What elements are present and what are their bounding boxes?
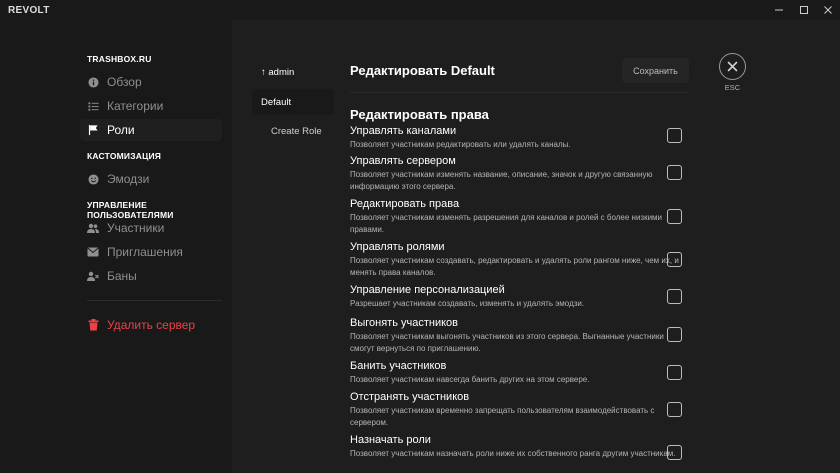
- info-icon: [87, 76, 99, 88]
- permission-kick-members: Выгонять участников Позволяет участникам…: [350, 317, 680, 355]
- permission-timeout-members: Отстранять участников Позволяет участник…: [350, 391, 680, 429]
- permission-assign-roles: Назначать роли Позволяет участникам назн…: [350, 434, 680, 460]
- role-label: Default: [261, 96, 292, 108]
- permission-description: Разрешает участникам создавать, изменять…: [350, 299, 585, 308]
- trash-icon: [87, 319, 99, 331]
- sidebar-item-label: Роли: [107, 123, 135, 137]
- users-icon: [87, 222, 99, 234]
- editor-title: Редактировать Default: [350, 63, 495, 78]
- flag-icon: [87, 124, 99, 136]
- minimize-icon: [775, 9, 783, 11]
- permission-description: Позволяет участникам выгонять участников…: [350, 332, 664, 353]
- permission-name: Отстранять участников: [350, 391, 470, 403]
- permission-description: Позволяет участникам редактировать или у…: [350, 140, 571, 149]
- role-settings-content: ↑ admin Default Create Role Редактироват…: [232, 20, 840, 473]
- close-icon: [824, 6, 832, 14]
- delete-server-label: Удалить сервер: [107, 318, 196, 332]
- permission-description: Позволяет участникам навсегда банить дру…: [350, 375, 590, 384]
- esc-label: ESC: [724, 83, 741, 92]
- delete-server-button[interactable]: Удалить сервер: [80, 314, 222, 336]
- permission-manage-server: Управлять сервером Позволяет участникам …: [350, 155, 680, 193]
- permission-checkbox-kick-members[interactable]: [667, 327, 682, 342]
- header-divider: [350, 92, 689, 93]
- permission-checkbox-manage-customization[interactable]: [667, 289, 682, 304]
- create-role-label: Create Role: [271, 125, 322, 137]
- permission-edit-permissions: Редактировать права Позволяет участникам…: [350, 198, 680, 236]
- permission-manage-channels: Управлять каналами Позволяет участникам …: [350, 125, 680, 151]
- maximize-button[interactable]: [792, 2, 816, 18]
- permission-checkbox-ban-members[interactable]: [667, 365, 682, 380]
- permission-description: Позволяет участникам временно запрещать …: [350, 406, 655, 427]
- create-role-button[interactable]: Create Role: [252, 118, 334, 144]
- role-item-admin[interactable]: ↑ admin: [252, 59, 334, 85]
- sidebar-item-invites[interactable]: Приглашения: [80, 241, 222, 263]
- permission-name: Управлять ролями: [350, 241, 445, 253]
- sidebar-item-overview[interactable]: Обзор: [80, 71, 222, 93]
- window-close-button[interactable]: [816, 2, 840, 18]
- permission-name: Выгонять участников: [350, 317, 458, 329]
- permission-description: Позволяет участникам изменять название, …: [350, 170, 653, 191]
- permission-checkbox-manage-channels[interactable]: [667, 128, 682, 143]
- sidebar-item-categories[interactable]: Категории: [80, 95, 222, 117]
- permission-name: Назначать роли: [350, 434, 431, 446]
- permission-name: Редактировать права: [350, 198, 460, 210]
- close-settings-button[interactable]: [719, 53, 746, 80]
- sidebar-item-label: Эмодзи: [107, 172, 150, 186]
- permission-description: Позволяет участникам назначать роли ниже…: [350, 449, 676, 458]
- save-button[interactable]: Сохранить: [622, 58, 689, 83]
- server-name-heading: TRASHBOX.RU: [87, 54, 152, 64]
- maximize-icon: [800, 6, 808, 14]
- sidebar-item-label: Приглашения: [107, 245, 183, 259]
- permission-name: Банить участников: [350, 360, 447, 372]
- permission-checkbox-edit-permissions[interactable]: [667, 209, 682, 224]
- permission-manage-roles: Управлять ролями Позволяет участникам со…: [350, 241, 680, 279]
- sidebar-item-label: Обзор: [107, 75, 142, 89]
- permission-ban-members: Банить участников Позволяет участникам н…: [350, 360, 680, 386]
- sidebar-divider: [87, 300, 222, 301]
- sidebar-item-label: Участники: [107, 221, 165, 235]
- permission-checkbox-assign-roles[interactable]: [667, 445, 682, 460]
- smile-icon: [87, 173, 99, 185]
- sidebar-item-label: Баны: [107, 269, 137, 283]
- permission-checkbox-manage-server[interactable]: [667, 165, 682, 180]
- permission-description: Позволяет участникам создавать, редактир…: [350, 256, 679, 277]
- customization-heading: КАСТОМИЗАЦИЯ: [87, 151, 162, 161]
- permission-manage-customization: Управление персонализацией Разрешает уча…: [350, 284, 680, 310]
- sidebar-item-emoji[interactable]: Эмодзи: [80, 168, 222, 190]
- title-bar: REVOLT: [0, 0, 840, 20]
- sidebar-item-roles[interactable]: Роли: [80, 119, 222, 141]
- settings-sidebar: TRASHBOX.RU Обзор Категории Роли КАСТОМИ…: [0, 20, 232, 473]
- app-title: REVOLT: [8, 5, 50, 16]
- permission-checkbox-timeout-members[interactable]: [667, 402, 682, 417]
- user-ban-icon: [87, 270, 99, 282]
- role-label: ↑ admin: [261, 66, 295, 78]
- sidebar-item-bans[interactable]: Баны: [80, 265, 222, 287]
- envelope-icon: [87, 246, 99, 258]
- close-icon: [727, 61, 738, 72]
- minimize-button[interactable]: [767, 2, 791, 18]
- sidebar-item-label: Категории: [107, 99, 164, 113]
- sidebar-item-members[interactable]: Участники: [80, 217, 222, 239]
- permission-description: Позволяет участникам изменять разрешения…: [350, 213, 663, 234]
- permission-name: Управлять сервером: [350, 155, 456, 167]
- permission-name: Управлять каналами: [350, 125, 457, 137]
- permission-checkbox-manage-roles[interactable]: [667, 252, 682, 267]
- permission-name: Управление персонализацией: [350, 284, 505, 296]
- role-item-default[interactable]: Default: [252, 89, 334, 115]
- permissions-section-title: Редактировать права: [350, 107, 489, 122]
- list-icon: [87, 100, 99, 112]
